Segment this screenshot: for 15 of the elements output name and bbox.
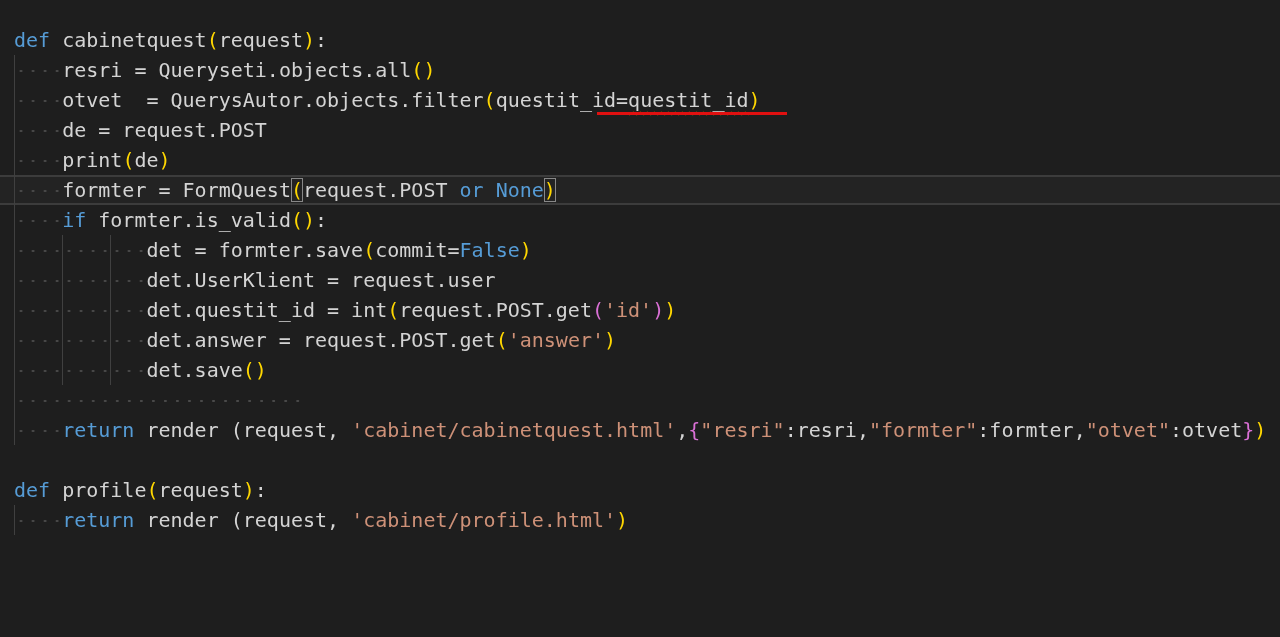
code-line: resri = Queryseti.objects.all() xyxy=(62,58,436,82)
code-line: return render (request, 'cabinet/cabinetquest.html',{"resri":resri,"formter":formter,"otvet":otvet}) xyxy=(62,418,1267,442)
code-line: return render (request, 'cabinet/profile.html') xyxy=(62,508,629,532)
code-line: det.UserKlient = request.user xyxy=(146,268,496,292)
code-line: det = formter.save(commit=False) xyxy=(146,238,532,262)
code-line: det.save() xyxy=(146,358,267,382)
code-line: det.answer = request.POST.get('answer') xyxy=(146,328,617,352)
code-line: def cabinetquest(request): xyxy=(14,28,328,52)
code-line: def profile(request): xyxy=(14,478,267,502)
code-line: print(de) xyxy=(62,148,171,172)
code-line: de = request.POST xyxy=(62,118,267,142)
code-line: formter = FormQuest(request.POST or None) xyxy=(62,178,556,202)
code-line: otvet = QuerysAutor.objects.filter(questit_id=questit_id) xyxy=(62,88,761,112)
code-line: det.questit_id = int(request.POST.get('id')) xyxy=(146,298,677,322)
code-line: if formter.is_valid(): xyxy=(62,208,328,232)
